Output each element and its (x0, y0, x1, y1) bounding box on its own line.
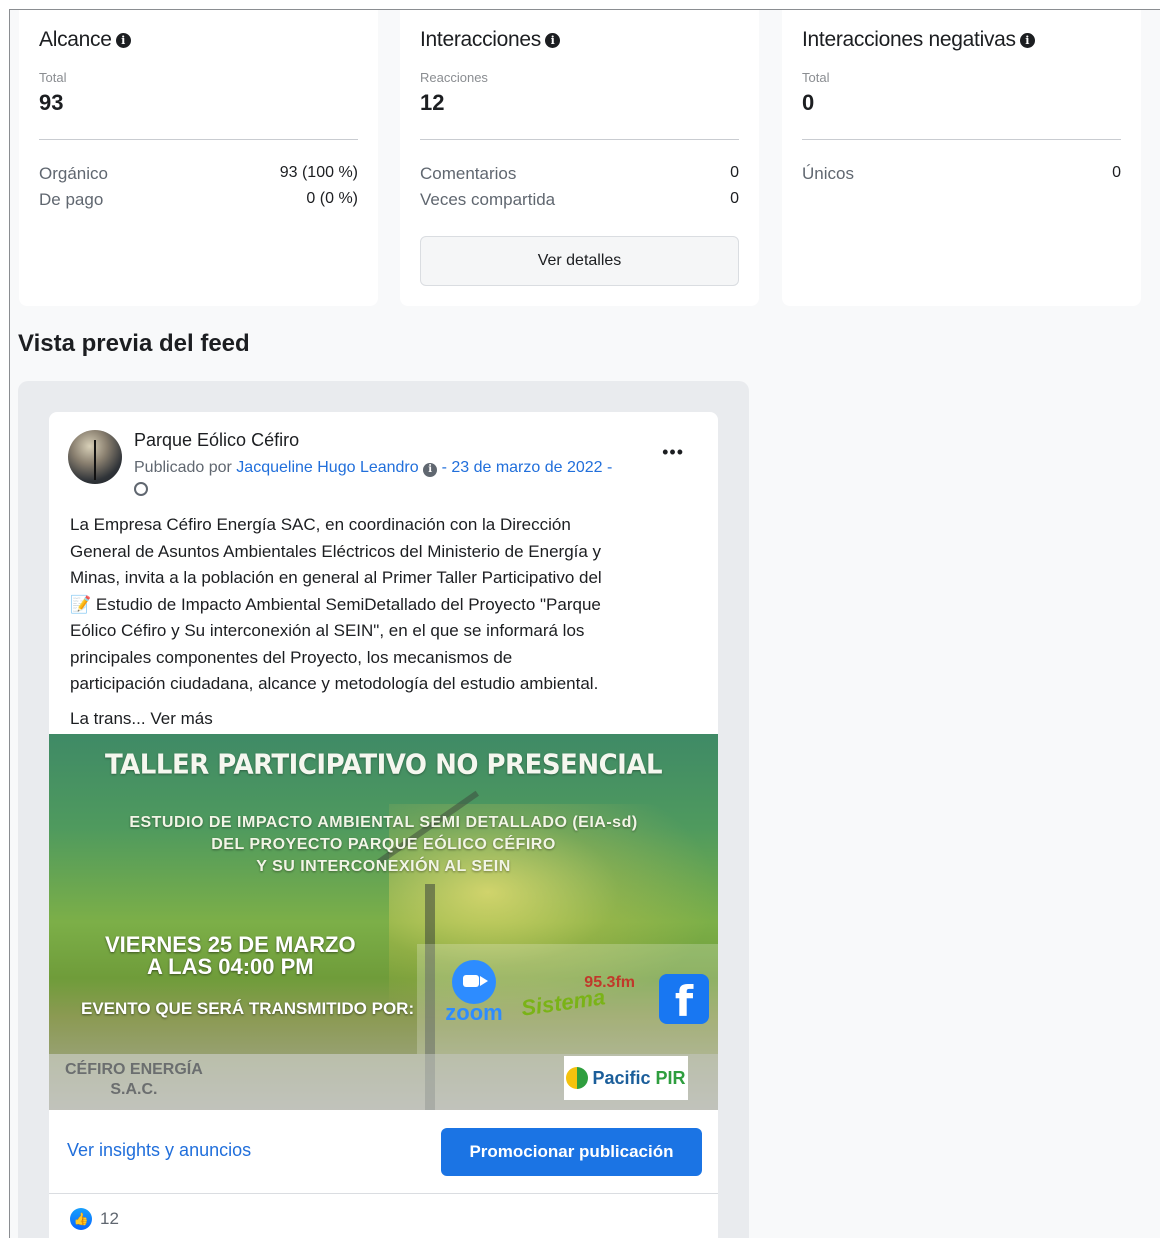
card-title: Interacciones i (420, 28, 561, 52)
promote-post-button[interactable]: Promocionar publicación (441, 1128, 702, 1176)
company-name: CÉFIRO ENERGÍA S.A.C. (65, 1061, 203, 1098)
metric-label: Orgánico (39, 164, 108, 183)
post-card: Parque Eólico Céfiro Publicado por Jacqu… (49, 412, 718, 1238)
negative-title: Interacciones negativas (802, 28, 1016, 51)
metric-value: 0 (0 %) (306, 190, 358, 207)
info-icon[interactable]: i (1019, 32, 1035, 48)
pacific-logo: Pacific PIR (564, 1056, 688, 1100)
view-details-button[interactable]: Ver detalles (420, 236, 739, 286)
info-icon[interactable]: i (423, 463, 438, 477)
reach-card: Alcance i Total 93 Orgánico 93 (100 %) D… (19, 10, 378, 306)
insights-panel: Alcance i Total 93 Orgánico 93 (100 %) D… (9, 9, 1160, 1238)
metric-label: Veces compartida (420, 190, 556, 209)
card-title: Interacciones negativas i (802, 28, 1035, 52)
radio-name: Sistema (519, 984, 607, 1021)
info-icon[interactable]: i (545, 32, 561, 48)
interactions-value: 12 (420, 90, 445, 115)
post-meta: Publicado por Jacqueline Hugo Leandro i … (134, 457, 654, 501)
more-options-icon[interactable]: ••• (662, 442, 684, 463)
facebook-icon: f (659, 974, 709, 1026)
reach-sub-label: Total (39, 70, 67, 85)
metric-row: Orgánico 93 (100 %) (39, 164, 358, 188)
reactions[interactable]: 👍 12 (70, 1208, 119, 1230)
insights-link[interactable]: Ver insights y anuncios (67, 1140, 251, 1161)
reach-title: Alcance (39, 28, 112, 51)
see-more-link[interactable]: Ver más (150, 709, 212, 728)
interactions-sub-label: Reacciones (420, 70, 488, 85)
metric-row: Comentarios 0 (420, 164, 739, 188)
pacific-text: Pacific PIR (592, 1067, 686, 1088)
metric-value: 0 (730, 164, 739, 181)
image-date: VIERNES 25 DE MARZO A LAS 04:00 PM (105, 932, 356, 979)
metric-value: 0 (730, 190, 739, 207)
post-date-link[interactable]: - 23 de marzo de 2022 - (442, 459, 613, 476)
reach-value: 93 (39, 90, 64, 115)
zoom-logo: zoom (439, 960, 509, 1026)
metric-label: Comentarios (420, 164, 517, 183)
published-by-label: Publicado por (134, 459, 232, 476)
metric-label: De pago (39, 190, 104, 209)
metric-row: De pago 0 (0 %) (39, 190, 358, 214)
page-name[interactable]: Parque Eólico Céfiro (134, 430, 299, 451)
metric-value: 0 (1112, 164, 1121, 181)
image-subheading: ESTUDIO DE IMPACTO AMBIENTAL SEMI DETALL… (129, 814, 638, 875)
zoom-camera-icon (452, 960, 496, 1004)
interactions-title: Interacciones (420, 28, 542, 51)
truncated-text: La trans... (70, 709, 146, 728)
metric-value: 93 (100 %) (279, 164, 358, 181)
metric-label: Únicos (802, 164, 854, 183)
divider (420, 139, 739, 140)
pacific-leaf-icon (566, 1067, 589, 1089)
globe-icon (134, 482, 148, 496)
feed-preview: Parque Eólico Céfiro Publicado por Jacqu… (18, 381, 749, 1238)
author-link[interactable]: Jacqueline Hugo Leandro (236, 459, 418, 476)
card-title: Alcance i (39, 28, 131, 52)
post-image[interactable]: TALLER PARTICIPATIVO NO PRESENCIAL ESTUD… (49, 734, 718, 1110)
negative-value: 0 (802, 90, 815, 115)
info-icon[interactable]: i (115, 32, 131, 48)
reaction-count: 12 (100, 1209, 119, 1228)
divider (802, 139, 1121, 140)
divider (39, 139, 358, 140)
negative-sub-label: Total (802, 70, 830, 85)
post-actions: Ver insights y anuncios Promocionar publ… (49, 1110, 718, 1194)
metric-row: Veces compartida 0 (420, 190, 739, 214)
negative-interactions-card: Interacciones negativas i Total 0 Únicos… (782, 10, 1141, 306)
like-icon: 👍 (70, 1208, 92, 1230)
metric-row: Únicos 0 (802, 164, 1121, 188)
image-event: EVENTO QUE SERÁ TRANSMITIDO POR: (81, 999, 415, 1018)
avatar[interactable] (68, 430, 122, 484)
post-body: La Empresa Céfiro Energía SAC, en coordi… (70, 515, 602, 693)
interactions-card: Interacciones i Reacciones 12 Comentario… (400, 10, 759, 306)
radio-logo: 95.3fm Sistema (519, 974, 647, 1026)
image-heading: TALLER PARTICIPATIVO NO PRESENCIAL (104, 749, 663, 781)
feed-preview-title: Vista previa del feed (18, 330, 250, 357)
post-truncated: La trans... Ver más (70, 709, 213, 729)
